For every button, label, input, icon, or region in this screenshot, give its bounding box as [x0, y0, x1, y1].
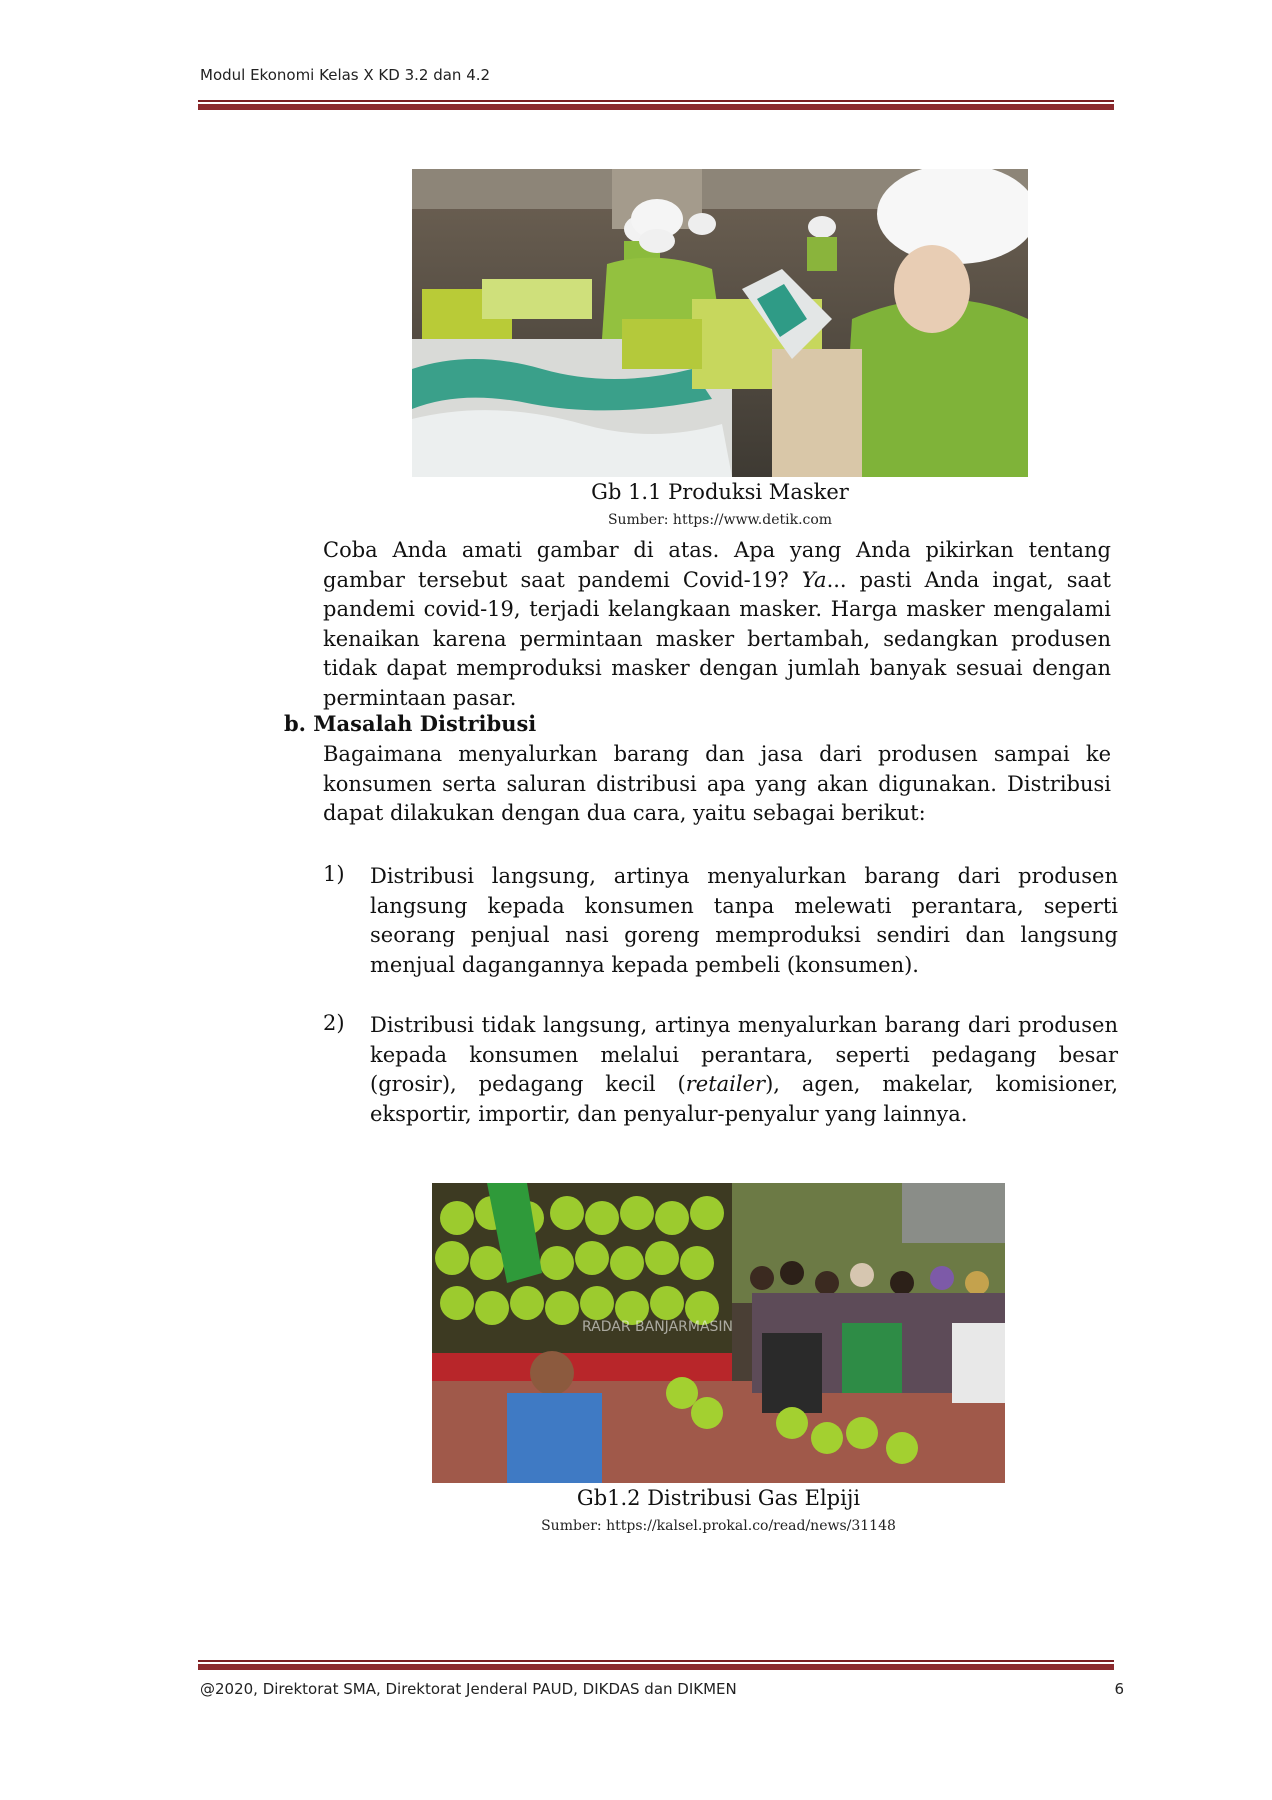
list-item-number: 2) [323, 1011, 345, 1035]
figure2-caption: Gb1.2 Distribusi Gas Elpiji [576, 1486, 861, 1510]
header-rule [198, 100, 1114, 110]
footer-rule [198, 1660, 1114, 1670]
section-paragraph: Bagaimana menyalurkan barang dan jasa da… [323, 742, 1111, 825]
figure1-caption: Gb 1.1 Produksi Masker [591, 480, 849, 504]
figure1-source: Sumber: https://www.detik.com [607, 512, 833, 528]
mask-production-photo [412, 169, 1028, 477]
list-item-number: 1) [323, 862, 345, 886]
footer-text: @2020, Direktorat SMA, Direktorat Jender… [200, 1680, 737, 1698]
page-number: 6 [1114, 1680, 1124, 1698]
figure2-source: Sumber: https://kalsel.prokal.co/read/ne… [541, 1518, 896, 1534]
list-item-text: Distribusi langsung, artinya menyalurkan… [370, 864, 1118, 977]
lpg-distribution-photo: RADAR BANJARMASIN [432, 1183, 1005, 1483]
list-item-text: Distribusi tidak langsung, artinya menya… [370, 1013, 1118, 1126]
photo-watermark: RADAR BANJARMASIN [582, 1319, 733, 1335]
intro-paragraph: Coba Anda amati gambar di atas. Apa yang… [323, 538, 1111, 710]
page-header-title: Modul Ekonomi Kelas X KD 3.2 dan 4.2 [200, 66, 491, 84]
section-heading: b. Masalah Distribusi [284, 711, 537, 736]
